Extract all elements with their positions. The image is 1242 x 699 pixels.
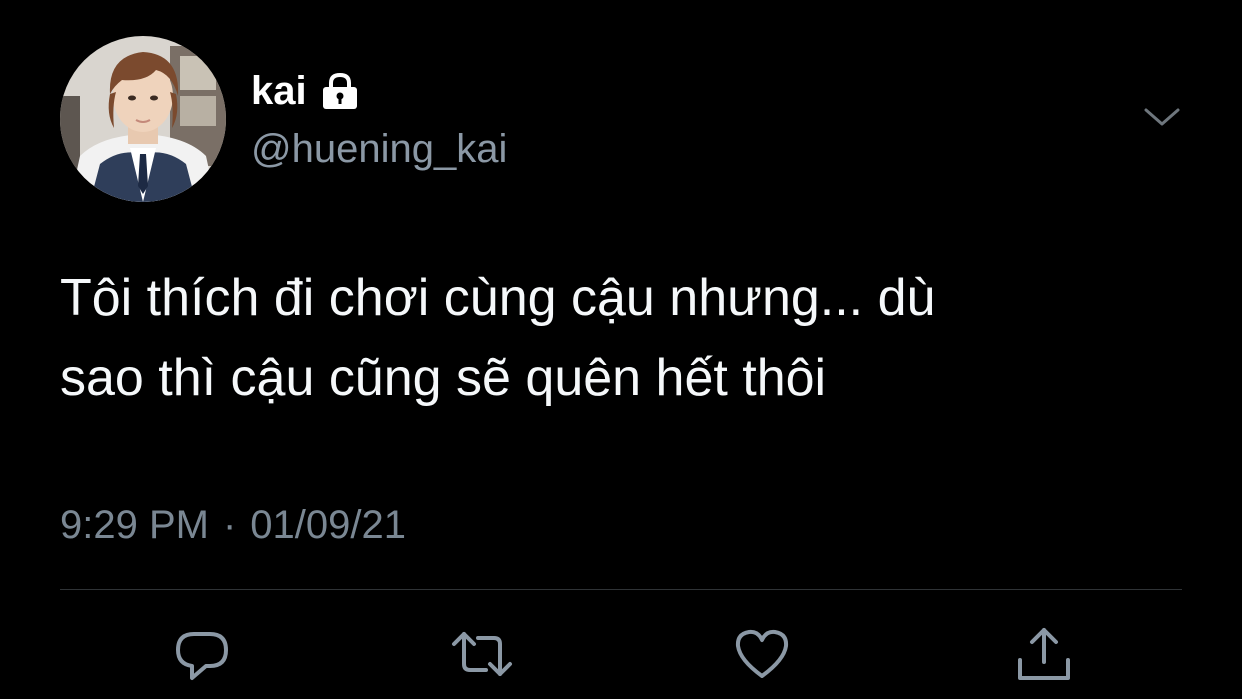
- like-button[interactable]: [730, 622, 794, 686]
- action-bar: [0, 622, 1242, 686]
- tweet-text: Tôi thích đi chơi cùng cậu nhưng... dù s…: [60, 258, 1170, 418]
- tweet-text-line-2: sao thì cậu cũng sẽ quên hết thôi: [60, 349, 827, 407]
- tweet: kai @huening_kai Tôi thích đi chơi cùng …: [0, 0, 1242, 699]
- avatar-image: [60, 36, 226, 202]
- retweet-icon: [452, 632, 512, 676]
- more-options-button[interactable]: [1140, 100, 1184, 136]
- heart-icon: [735, 629, 789, 678]
- display-name-text[interactable]: kai: [251, 66, 307, 116]
- tweet-time[interactable]: 9:29 PM: [60, 500, 209, 550]
- share-icon: [1018, 628, 1070, 680]
- tweet-timestamp: 9:29 PM · 01/09/21: [60, 500, 406, 550]
- reply-button[interactable]: [170, 622, 234, 686]
- divider: [60, 589, 1182, 590]
- chevron-down-icon: [1144, 108, 1180, 126]
- avatar[interactable]: [60, 36, 226, 202]
- user-handle[interactable]: @huening_kai: [251, 124, 507, 174]
- share-button[interactable]: [1012, 622, 1076, 686]
- display-name[interactable]: kai: [251, 66, 361, 116]
- retweet-button[interactable]: [450, 622, 514, 686]
- tweet-text-line-1: Tôi thích đi chơi cùng cậu nhưng... dù: [60, 269, 936, 327]
- lock-icon: [319, 71, 361, 111]
- meta-separator: ·: [222, 503, 237, 547]
- tweet-date[interactable]: 01/09/21: [250, 500, 406, 550]
- reply-icon: [176, 632, 228, 680]
